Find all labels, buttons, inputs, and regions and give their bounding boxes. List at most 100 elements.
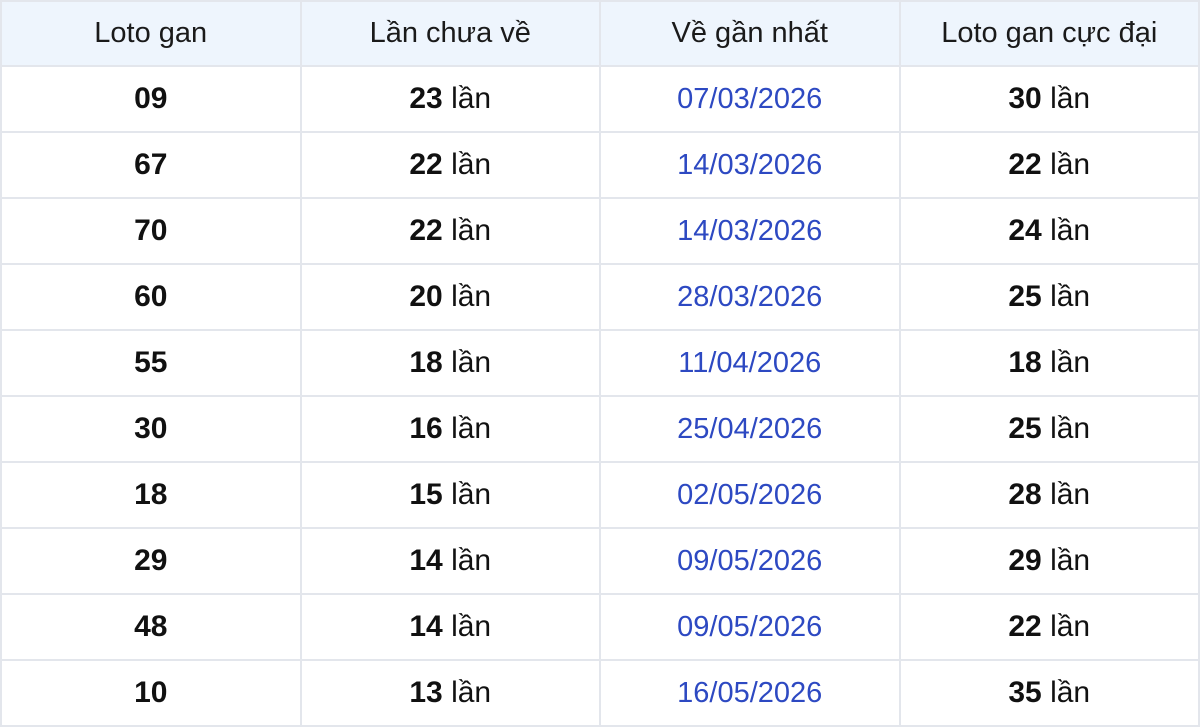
loto-number: 30 xyxy=(134,412,168,445)
loto-number: 18 xyxy=(134,478,168,511)
max-gap-count: 22 xyxy=(1008,610,1042,643)
table-row: 18 15 lần 02/05/2026 28 lần xyxy=(0,461,1200,529)
max-gap-count: 18 xyxy=(1008,346,1042,379)
cell-max-gap: 24 lần xyxy=(898,197,1200,265)
unit-label: lần xyxy=(451,148,492,181)
cell-last-seen-date[interactable]: 25/04/2026 xyxy=(599,395,901,463)
cell-max-gap: 30 lần xyxy=(898,65,1200,133)
cell-loto-number: 29 xyxy=(0,527,302,595)
cell-loto-number: 30 xyxy=(0,395,302,463)
table-row: 30 16 lần 25/04/2026 25 lần xyxy=(0,395,1200,463)
unit-label: lần xyxy=(1050,148,1091,181)
cell-last-seen-date[interactable]: 14/03/2026 xyxy=(599,131,901,199)
last-seen-date-link[interactable]: 11/04/2026 xyxy=(678,347,821,379)
missed-count: 15 xyxy=(409,478,443,511)
unit-label: lần xyxy=(1050,280,1091,313)
unit-label: lần xyxy=(451,478,492,511)
cell-loto-number: 67 xyxy=(0,131,302,199)
cell-missed-count: 23 lần xyxy=(299,65,601,133)
cell-last-seen-date[interactable]: 02/05/2026 xyxy=(599,461,901,529)
cell-missed-count: 14 lần xyxy=(299,527,601,595)
table-row: 48 14 lần 09/05/2026 22 lần xyxy=(0,593,1200,661)
last-seen-date-link[interactable]: 07/03/2026 xyxy=(677,83,822,115)
cell-max-gap: 22 lần xyxy=(898,131,1200,199)
last-seen-date-link[interactable]: 02/05/2026 xyxy=(677,479,822,511)
unit-label: lần xyxy=(451,544,492,577)
unit-label: lần xyxy=(451,280,492,313)
cell-last-seen-date[interactable]: 14/03/2026 xyxy=(599,197,901,265)
missed-count: 13 xyxy=(409,676,443,709)
cell-last-seen-date[interactable]: 16/05/2026 xyxy=(599,659,901,727)
loto-number: 67 xyxy=(134,148,168,181)
cell-missed-count: 13 lần xyxy=(299,659,601,727)
unit-label: lần xyxy=(1050,346,1091,379)
header-loto-gan-cuc-dai: Loto gan cực đại xyxy=(898,0,1200,67)
cell-max-gap: 25 lần xyxy=(898,395,1200,463)
loto-number: 70 xyxy=(134,214,168,247)
max-gap-count: 29 xyxy=(1008,544,1042,577)
unit-label: lần xyxy=(451,82,492,115)
unit-label: lần xyxy=(451,412,492,445)
cell-missed-count: 15 lần xyxy=(299,461,601,529)
max-gap-count: 25 xyxy=(1008,280,1042,313)
missed-count: 14 xyxy=(409,610,443,643)
cell-last-seen-date[interactable]: 28/03/2026 xyxy=(599,263,901,331)
cell-max-gap: 29 lần xyxy=(898,527,1200,595)
max-gap-count: 25 xyxy=(1008,412,1042,445)
max-gap-count: 28 xyxy=(1008,478,1042,511)
cell-missed-count: 20 lần xyxy=(299,263,601,331)
cell-max-gap: 22 lần xyxy=(898,593,1200,661)
loto-number: 10 xyxy=(134,676,168,709)
cell-missed-count: 16 lần xyxy=(299,395,601,463)
header-loto-gan: Loto gan xyxy=(0,0,302,67)
last-seen-date-link[interactable]: 14/03/2026 xyxy=(677,149,822,181)
max-gap-count: 22 xyxy=(1008,148,1042,181)
last-seen-date-link[interactable]: 28/03/2026 xyxy=(677,281,822,313)
missed-count: 22 xyxy=(409,148,443,181)
unit-label: lần xyxy=(451,610,492,643)
loto-number: 48 xyxy=(134,610,168,643)
unit-label: lần xyxy=(1050,412,1091,445)
max-gap-count: 30 xyxy=(1008,82,1042,115)
last-seen-date-link[interactable]: 16/05/2026 xyxy=(677,677,822,709)
table-row: 09 23 lần 07/03/2026 30 lần xyxy=(0,65,1200,133)
missed-count: 14 xyxy=(409,544,443,577)
cell-missed-count: 14 lần xyxy=(299,593,601,661)
unit-label: lần xyxy=(1050,676,1091,709)
last-seen-date-link[interactable]: 09/05/2026 xyxy=(677,545,822,577)
loto-number: 60 xyxy=(134,280,168,313)
header-lan-chua-ve: Lần chưa về xyxy=(299,0,601,67)
last-seen-date-link[interactable]: 09/05/2026 xyxy=(677,611,822,643)
cell-last-seen-date[interactable]: 09/05/2026 xyxy=(599,527,901,595)
missed-count: 20 xyxy=(409,280,443,313)
cell-loto-number: 18 xyxy=(0,461,302,529)
loto-gan-table: Loto gan Lần chưa về Về gần nhất Loto ga… xyxy=(0,0,1200,727)
missed-count: 16 xyxy=(409,412,443,445)
missed-count: 23 xyxy=(409,82,443,115)
last-seen-date-link[interactable]: 25/04/2026 xyxy=(677,413,822,445)
unit-label: lần xyxy=(451,214,492,247)
max-gap-count: 24 xyxy=(1008,214,1042,247)
loto-number: 55 xyxy=(134,346,168,379)
cell-last-seen-date[interactable]: 07/03/2026 xyxy=(599,65,901,133)
cell-max-gap: 25 lần xyxy=(898,263,1200,331)
unit-label: lần xyxy=(1050,478,1091,511)
cell-loto-number: 70 xyxy=(0,197,302,265)
cell-last-seen-date[interactable]: 11/04/2026 xyxy=(599,329,901,397)
header-ve-gan-nhat: Về gần nhất xyxy=(599,0,901,67)
table-row: 70 22 lần 14/03/2026 24 lần xyxy=(0,197,1200,265)
missed-count: 18 xyxy=(409,346,443,379)
table-row: 55 18 lần 11/04/2026 18 lần xyxy=(0,329,1200,397)
unit-label: lần xyxy=(451,346,492,379)
table-row: 29 14 lần 09/05/2026 29 lần xyxy=(0,527,1200,595)
table-row: 60 20 lần 28/03/2026 25 lần xyxy=(0,263,1200,331)
cell-loto-number: 10 xyxy=(0,659,302,727)
cell-loto-number: 48 xyxy=(0,593,302,661)
cell-loto-number: 55 xyxy=(0,329,302,397)
cell-last-seen-date[interactable]: 09/05/2026 xyxy=(599,593,901,661)
cell-missed-count: 18 lần xyxy=(299,329,601,397)
last-seen-date-link[interactable]: 14/03/2026 xyxy=(677,215,822,247)
cell-max-gap: 28 lần xyxy=(898,461,1200,529)
missed-count: 22 xyxy=(409,214,443,247)
cell-loto-number: 09 xyxy=(0,65,302,133)
